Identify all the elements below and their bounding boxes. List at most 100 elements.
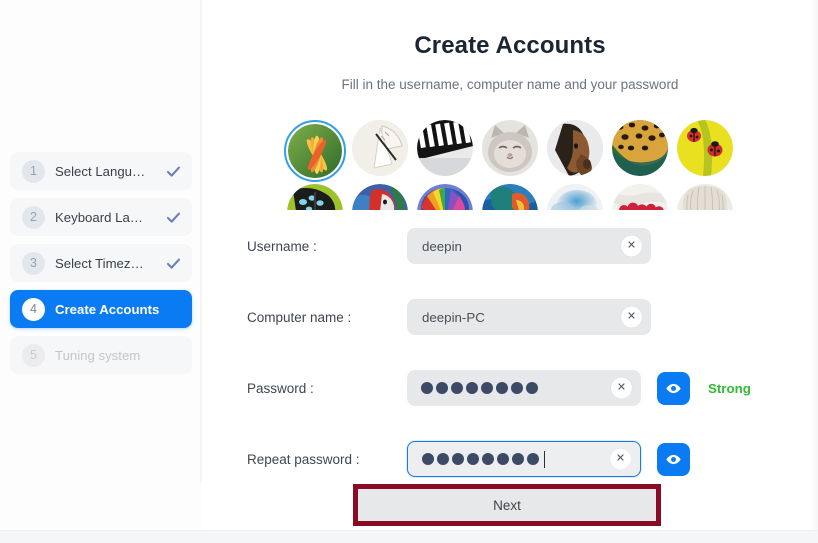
sidebar-item-label: Create Accounts bbox=[55, 301, 160, 317]
next-button[interactable]: Next bbox=[353, 484, 661, 526]
avatar-option-watercolor[interactable] bbox=[543, 184, 608, 210]
avatar-option-balloon[interactable] bbox=[413, 184, 478, 210]
main-panel: Create Accounts Fill in the username, co… bbox=[202, 0, 818, 530]
avatar-option-abstract[interactable] bbox=[478, 184, 543, 210]
avatar-option-fan[interactable] bbox=[348, 120, 413, 184]
avatar-parrot-icon bbox=[352, 184, 408, 210]
avatar-ladybug-icon bbox=[677, 120, 733, 176]
step-number: 5 bbox=[22, 343, 45, 367]
avatar[interactable] bbox=[612, 184, 668, 210]
avatar-horse-icon bbox=[547, 120, 603, 176]
sidebar-item-label: Select Timez… bbox=[55, 255, 144, 271]
sidebar-item-label: Tuning system bbox=[55, 347, 141, 363]
sidebar-item-select-timezone[interactable]: 3 Select Timez… bbox=[10, 244, 192, 282]
avatar-flower-icon bbox=[288, 124, 342, 178]
username-row: Username : deepin ✕ bbox=[202, 228, 818, 264]
repeat-password-visibility-toggle[interactable] bbox=[657, 442, 690, 476]
repeat-password-row: Repeat password : ✕ bbox=[202, 441, 818, 477]
username-input[interactable]: deepin ✕ bbox=[407, 228, 651, 264]
password-row: Password : ✕ Strong bbox=[202, 370, 818, 406]
password-dot bbox=[466, 382, 478, 394]
computer-name-row: Computer name : deepin-PC ✕ bbox=[202, 299, 818, 335]
password-dot bbox=[422, 453, 434, 465]
avatar-option-ladybug[interactable] bbox=[673, 120, 738, 184]
avatar[interactable] bbox=[284, 120, 346, 182]
password-dot bbox=[526, 382, 538, 394]
avatar-option-shell[interactable] bbox=[673, 184, 738, 210]
sidebar-item-label: Keyboard La… bbox=[55, 209, 143, 225]
password-visibility-toggle[interactable] bbox=[657, 371, 690, 405]
avatar-leopard-icon bbox=[612, 120, 668, 176]
sidebar-item-select-language[interactable]: 1 Select Langu… bbox=[10, 152, 192, 190]
avatar-option-parrot[interactable] bbox=[348, 184, 413, 210]
avatar[interactable] bbox=[612, 120, 668, 176]
avatar-option-horse[interactable] bbox=[543, 120, 608, 184]
computer-name-value: deepin-PC bbox=[422, 309, 485, 325]
avatar-row-2 bbox=[202, 184, 818, 210]
avatar-option-leopard[interactable] bbox=[608, 120, 673, 184]
sidebar-item-label: Select Langu… bbox=[55, 163, 146, 179]
avatar[interactable] bbox=[547, 184, 603, 210]
password-input[interactable]: ✕ bbox=[407, 370, 641, 406]
check-icon bbox=[165, 209, 182, 226]
check-icon bbox=[165, 163, 182, 180]
page-title: Create Accounts bbox=[414, 32, 606, 59]
avatar[interactable] bbox=[417, 184, 473, 210]
eye-icon bbox=[666, 383, 681, 393]
step-number: 3 bbox=[22, 251, 45, 275]
sidebar-item-create-accounts[interactable]: 4 Create Accounts bbox=[10, 290, 192, 328]
page-subtitle: Fill in the username, computer name and … bbox=[341, 77, 679, 92]
avatar-option-butterfly[interactable] bbox=[283, 184, 348, 210]
password-dot bbox=[437, 453, 449, 465]
repeat-password-masked-value bbox=[408, 450, 640, 468]
password-dot bbox=[482, 453, 494, 465]
avatar-cat-icon bbox=[482, 120, 538, 176]
password-dot bbox=[436, 382, 448, 394]
computer-name-label: Computer name : bbox=[247, 309, 352, 325]
avatar[interactable] bbox=[677, 184, 733, 210]
step-number: 1 bbox=[22, 159, 45, 183]
password-dot bbox=[527, 453, 539, 465]
next-button-label: Next bbox=[493, 497, 521, 513]
avatar[interactable] bbox=[352, 120, 408, 176]
close-icon[interactable]: ✕ bbox=[610, 448, 631, 470]
avatar-option-cat[interactable] bbox=[478, 120, 543, 184]
avatar-option-flower[interactable] bbox=[283, 120, 348, 184]
avatar-shell-icon bbox=[677, 184, 733, 210]
close-icon[interactable]: ✕ bbox=[611, 377, 632, 399]
computer-name-input[interactable]: deepin-PC ✕ bbox=[407, 299, 651, 335]
close-icon[interactable]: ✕ bbox=[621, 306, 642, 328]
avatar-option-piano[interactable] bbox=[413, 120, 478, 184]
avatar-row-1 bbox=[202, 120, 818, 184]
avatar-abstract-icon bbox=[482, 184, 538, 210]
username-label: Username : bbox=[247, 238, 317, 254]
sidebar-item-tuning-system[interactable]: 5 Tuning system bbox=[10, 336, 192, 374]
avatar[interactable] bbox=[352, 184, 408, 210]
text-caret bbox=[544, 450, 546, 468]
footer-bar bbox=[0, 530, 818, 543]
avatar[interactable] bbox=[677, 120, 733, 176]
avatar[interactable] bbox=[287, 184, 343, 210]
avatar[interactable] bbox=[482, 120, 538, 176]
repeat-password-label: Repeat password : bbox=[247, 451, 360, 467]
close-icon[interactable]: ✕ bbox=[621, 235, 642, 257]
sidebar-item-keyboard-layout[interactable]: 2 Keyboard La… bbox=[10, 198, 192, 236]
account-form: Username : deepin ✕ Computer name : deep… bbox=[202, 228, 818, 512]
password-dot bbox=[467, 453, 479, 465]
repeat-password-input[interactable]: ✕ bbox=[407, 441, 641, 477]
avatar-butterfly-icon bbox=[287, 184, 343, 210]
step-number: 4 bbox=[22, 297, 45, 321]
avatar-option-berries[interactable] bbox=[608, 184, 673, 210]
password-label: Password : bbox=[247, 380, 314, 396]
avatar-picker bbox=[202, 120, 818, 210]
password-dot bbox=[452, 453, 464, 465]
avatar[interactable] bbox=[417, 120, 473, 176]
avatar[interactable] bbox=[482, 184, 538, 210]
avatar-balloon-icon bbox=[417, 184, 473, 210]
avatar[interactable] bbox=[547, 120, 603, 176]
password-dot bbox=[512, 453, 524, 465]
steps-sidebar: 1 Select Langu… 2 Keyboard La… 3 Select … bbox=[0, 0, 202, 530]
password-dot bbox=[481, 382, 493, 394]
username-value: deepin bbox=[422, 238, 462, 254]
avatar-berries-icon bbox=[612, 184, 668, 210]
